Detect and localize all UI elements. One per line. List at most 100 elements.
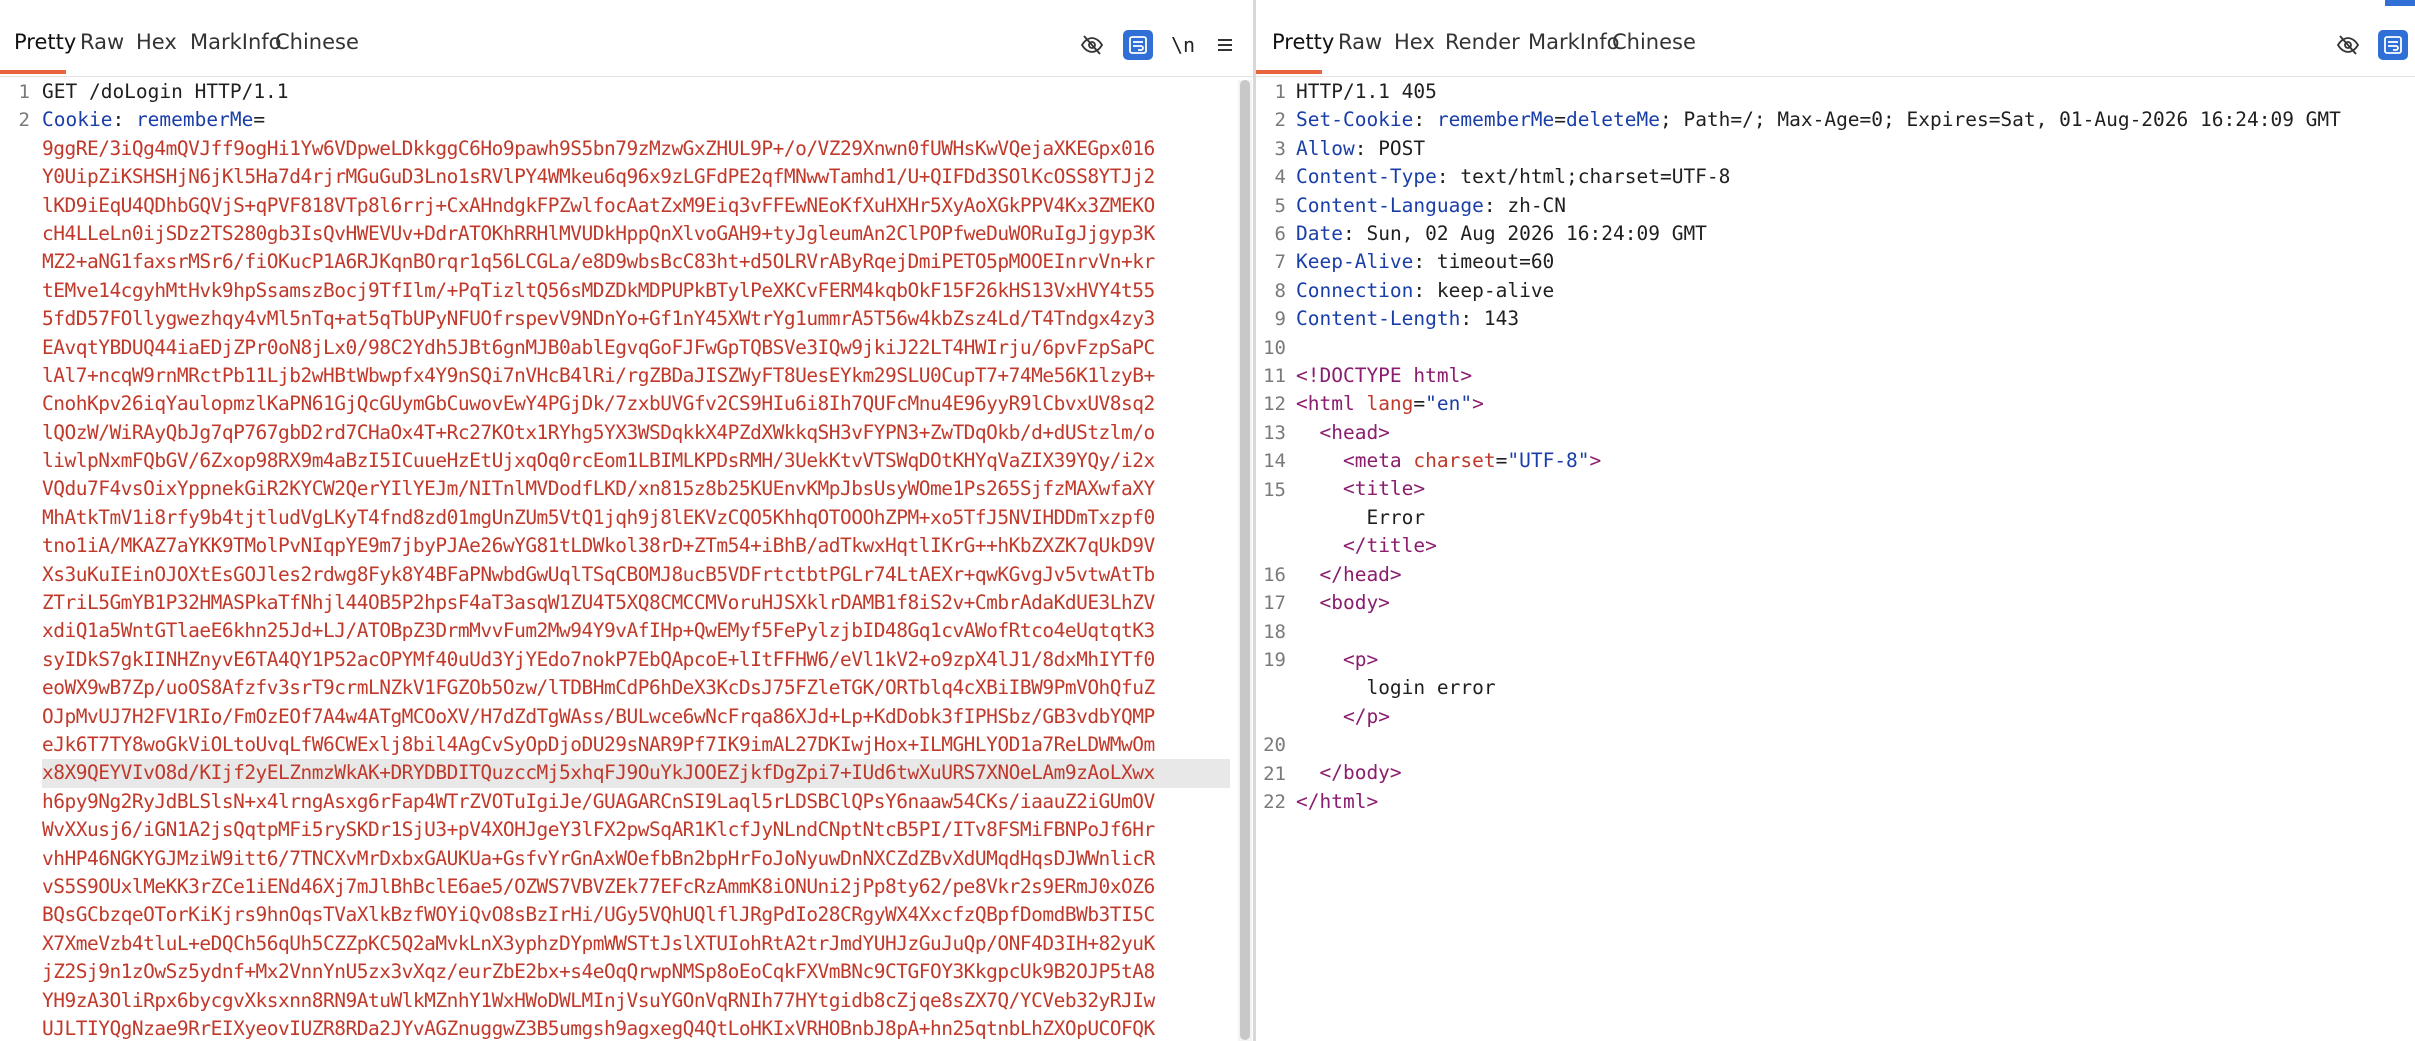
cookie-value-line: BQsGCbzqeOTorKiKjrs9hnOqsTVaXlkBzfWOYiQv…	[42, 903, 1155, 927]
cookie-value-line: tEMve14cgyhMtHvk9hpSsamszBocj9TfIlm/+PqT…	[42, 278, 1155, 302]
header-line: Content-Type: text/html;charset=UTF-8	[1296, 165, 1731, 189]
tab-markinfo[interactable]: MarkInfo	[1528, 30, 1620, 54]
line-number: 9	[1274, 308, 1286, 331]
line-number: 19	[1263, 649, 1286, 671]
response-editor[interactable]: 1 2 3 4 5 6 7 8 9 10 11 12 13 14 15 16 17 18 19 20 21 22 HTTP…	[1256, 78, 2415, 1041]
request-editor[interactable]: 1 2 GET /doLogin HTTP/1.1 Cookie: rememb…	[0, 78, 1254, 1041]
line-number-gutter: 1 2 3 4 5 6 7 8 9 10 11 12 13 14 15 16 17 18 19 20 21 22	[1256, 78, 1292, 1041]
cookie-value-line: CnohKpv26iqYaulopmzlKaPN61GjQcGUymGbCuwo…	[42, 392, 1155, 416]
line-number: 18	[1263, 620, 1286, 643]
cookie-value-line: 9ggRE/3iQg4mQVJff9ogHi1Yw6VDpweLDkkggC6H…	[42, 136, 1155, 160]
line-number: 17	[1263, 592, 1286, 615]
cookie-value-line: jZ2Sj9n1zOwSz5ydnf+Mx2VnnYnU5zx3vXqz/eur…	[42, 960, 1155, 984]
cookie-value-line: Xs3uKuIEinOJOXtEsGOJles2rdwg8Fyk8Y4BFaPN…	[42, 562, 1155, 586]
head-close-line: </head>	[1319, 562, 1402, 586]
response-pane: Pretty Raw Hex Render MarkInfo Chinese 1…	[1256, 0, 2415, 1041]
title-open-line: <title>	[1342, 477, 1426, 501]
cookie-value-line: liwlpNxmFQbGV/6Zxop98RX9m4aBzI5ICuueHzEt…	[42, 449, 1155, 473]
set-cookie-attrs: ; Path=/; Max-Age=0; Expires=Sat, 01-Aug…	[1659, 108, 2341, 132]
p-open-line: <p>	[1342, 647, 1379, 671]
cookie-value-line: syIDkS7gkIINHZnyvE6TA4QY1P52acOPYMf40uUd…	[42, 647, 1155, 671]
tab-pretty[interactable]: Pretty	[14, 30, 76, 54]
vertical-scrollbar[interactable]	[1238, 80, 1252, 1041]
tab-hex[interactable]: Hex	[1394, 30, 1435, 54]
cookie-value-line: VQdu7F4vsOixYppnekGiR2KYCW2QerYIlYEJm/NI…	[42, 477, 1155, 501]
format-icon[interactable]	[2378, 30, 2408, 60]
body-open-line: <body>	[1319, 591, 1390, 615]
line-number: 2	[18, 109, 30, 132]
cookie-value-line: Y0UipZiKSHSHjN6jKl5Ha7d4rjrMGuGuD3Lno1sR…	[42, 165, 1155, 189]
line-number: 14	[1263, 450, 1286, 473]
cookie-value-line: cH4LLeLn0ijSDz2TS280gb3IsQvHWEVUv+DdrATO…	[42, 221, 1155, 245]
doctype-line: <!DOCTYPE html>	[1296, 363, 1473, 387]
cookie-value-line: x8X9QEYVIvO8d/KIjf2yELZnmzWkAK+DRYDBDITQ…	[42, 759, 1230, 788]
line-number: 20	[1263, 734, 1286, 757]
body-close-line: </body>	[1319, 761, 1402, 785]
cookie-value-line: lAl7+ncqW9rnMRctPb11Ljb2wHBtWbwpfx4Y9nSQ…	[42, 363, 1155, 387]
cookie-value-line: xdiQ1a5WntGTlaeE6khn25Jd+LJ/ATOBpZ3DrmMv…	[42, 619, 1155, 643]
cookie-name: rememberMe	[135, 108, 254, 132]
request-pane: Pretty Raw Hex MarkInfo Chinese \n 1 2 G…	[0, 0, 1254, 1041]
line-number: 3	[1274, 137, 1286, 160]
active-tab-indicator	[0, 70, 66, 74]
header-line: Content-Language: zh-CN	[1296, 193, 1567, 217]
header-line: Connection: keep-alive	[1296, 278, 1555, 302]
line-number: 16	[1263, 563, 1286, 586]
html-open-line: <html lang="en">	[1296, 392, 1484, 416]
hide-eye-icon[interactable]	[2333, 30, 2363, 60]
request-tab-bar: Pretty Raw Hex MarkInfo Chinese \n	[0, 0, 1254, 77]
meta-line: <meta charset="UTF-8">	[1342, 449, 1602, 473]
cookie-value-line: eoWX9wB7Zp/uoOS8Afzfv3srT9crmLNZkV1FGZOb…	[42, 676, 1155, 700]
set-cookie-key: Set-Cookie	[1296, 108, 1414, 132]
cookie-value-line: UJLTIYQgNzae9RrEIXyeovIUZR8RDa2JYvAGZnug…	[42, 1016, 1155, 1040]
line-number: 22	[1263, 791, 1286, 813]
hide-eye-icon[interactable]	[1077, 30, 1107, 60]
line-number: 13	[1263, 421, 1286, 444]
line-number: 4	[1274, 166, 1286, 189]
request-line: GET /doLogin HTTP/1.1	[42, 80, 289, 103]
line-number: 8	[1274, 279, 1286, 302]
scrollbar-thumb[interactable]	[1240, 80, 1250, 1040]
header-line: Keep-Alive: timeout=60	[1296, 250, 1555, 274]
status-line: HTTP/1.1 405	[1296, 80, 1437, 103]
response-code: HTTP/1.1 405 Set-Cookie: rememberMe=dele…	[1296, 78, 2391, 816]
tab-raw[interactable]: Raw	[80, 30, 124, 54]
line-number: 21	[1263, 762, 1286, 785]
cookie-value-line: 5fdD57FOllygwezhqy4vMl5nTq+at5qTbUPyNFUO…	[42, 307, 1155, 331]
tab-raw[interactable]: Raw	[1338, 30, 1382, 54]
header-line: Date: Sun, 02 Aug 2026 16:24:09 GMT	[1296, 221, 1707, 245]
set-cookie-line: Set-Cookie: rememberMe=deleteMe; Path=/;…	[1296, 108, 2341, 132]
line-number: 6	[1274, 223, 1286, 245]
line-number: 12	[1263, 393, 1286, 416]
header-line: Allow: POST	[1296, 136, 1426, 160]
tab-chinese[interactable]: Chinese	[1612, 30, 1696, 54]
cookie-value-line: h6py9Ng2RyJdBLSlsN+x4lrngAsxg6rFap4WTrZV…	[42, 789, 1155, 813]
tab-chinese[interactable]: Chinese	[275, 30, 359, 54]
line-number: 2	[1274, 109, 1286, 132]
tab-hex[interactable]: Hex	[136, 30, 177, 54]
menu-icon[interactable]	[1210, 30, 1240, 60]
tab-markinfo[interactable]: MarkInfo	[190, 30, 282, 54]
line-number: 1	[1274, 81, 1286, 103]
line-number: 5	[1274, 194, 1286, 217]
tab-pretty[interactable]: Pretty	[1272, 30, 1334, 54]
title-text-line: Error	[1366, 505, 1426, 529]
cookie-value-line: lQOzW/WiRAyQbJg7qP767gbD2rd7CHaOx4T+Rc27…	[42, 420, 1155, 444]
line-number: 7	[1274, 251, 1286, 274]
line-number: 15	[1263, 478, 1286, 501]
line-number: 11	[1263, 365, 1286, 387]
cookie-value-line: MhAtkTmV1i8rfy9b4tjtludVgLKyT4fnd8zd01mg…	[42, 505, 1155, 529]
head-open-line: <head>	[1319, 420, 1390, 444]
p-text-line: login error	[1366, 676, 1496, 700]
cookie-value-line: EAvqtYBDUQ44iaEDjZPr0oN8jLx0/98C2Ydh5JBt…	[42, 335, 1155, 359]
cookie-value-line: MZ2+aNG1faxsrMSr6/fiOKucP1A6RJKqnBOrqr1q…	[42, 250, 1155, 274]
tab-render[interactable]: Render	[1445, 30, 1520, 54]
newline-toggle-icon[interactable]: \n	[1168, 30, 1198, 60]
cookie-value-line: eJk6T7TY8woGkViOLtoUvqLfW6CWExlj8bil4AgC…	[42, 732, 1155, 756]
set-cookie-name: rememberMe	[1436, 108, 1555, 132]
active-tab-indicator	[1256, 70, 1322, 74]
format-icon[interactable]	[1123, 30, 1153, 60]
